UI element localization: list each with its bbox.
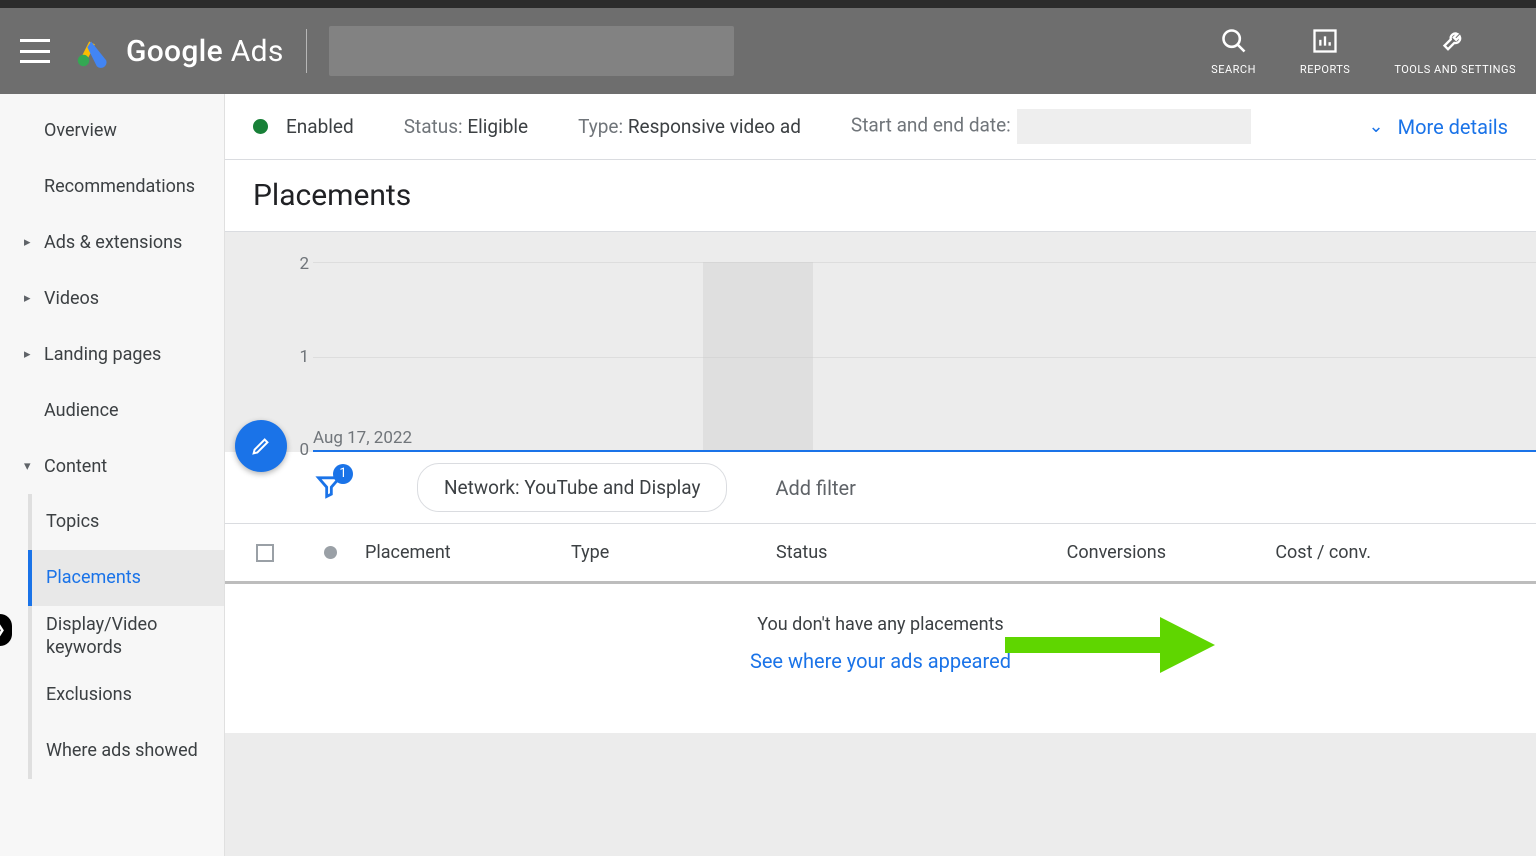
type-key: Type: (578, 115, 623, 138)
sidebar-item-recommendations[interactable]: Recommendations (0, 158, 224, 214)
search-tool[interactable]: SEARCH (1211, 27, 1256, 76)
status-dot-header (305, 546, 355, 559)
pencil-icon (250, 435, 272, 457)
sidebar-expand-handle[interactable]: ❯ (0, 614, 12, 646)
reports-icon (1311, 27, 1339, 55)
tools-settings-tool[interactable]: TOOLS AND SETTINGS (1394, 27, 1516, 76)
google-ads-logo (74, 32, 112, 70)
select-all-checkbox[interactable] (225, 544, 305, 562)
empty-message: You don't have any placements (225, 614, 1536, 635)
chevron-down-icon: ⌄ (1369, 116, 1384, 137)
enabled-dot-icon (253, 119, 268, 134)
search-icon (1220, 27, 1248, 55)
sidebar-sub-topics[interactable]: Topics (32, 494, 224, 550)
filter-chip-network[interactable]: Network: YouTube and Display (417, 463, 727, 512)
brand-google: Google (126, 34, 223, 69)
brand-text: Google Ads (126, 34, 284, 69)
type-kv: Type: Responsive video ad (578, 115, 801, 138)
date-kv: Start and end date: (851, 109, 1251, 144)
gridline (313, 262, 1536, 263)
ytick-2: 2 (299, 254, 309, 274)
sidebar-item-ads-extensions[interactable]: Ads & extensions (0, 214, 224, 270)
chart-hover-band (703, 262, 813, 450)
hamburger-icon[interactable] (20, 39, 50, 63)
page-title: Placements (253, 178, 411, 213)
brand-ads: Ads (231, 34, 284, 69)
col-placement[interactable]: Placement (355, 542, 561, 563)
enabled-label: Enabled (286, 115, 354, 138)
add-filter-button[interactable]: Add filter (775, 476, 855, 500)
table-header: Placement Type Status Conversions Cost /… (225, 524, 1536, 584)
empty-state: You don't have any placements See where … (225, 584, 1536, 733)
col-type[interactable]: Type (561, 542, 766, 563)
col-conversions[interactable]: Conversions (971, 542, 1176, 563)
reports-label: REPORTS (1300, 63, 1350, 76)
top-strip (0, 0, 1536, 8)
gridline (313, 357, 1536, 358)
col-cost-per-conv[interactable]: Cost / conv. (1176, 542, 1381, 563)
sidebar-sub-exclusions[interactable]: Exclusions (32, 667, 224, 723)
sidebar-item-content[interactable]: Content (0, 438, 224, 494)
date-key: Start and end date: (851, 114, 1011, 137)
sidebar-item-videos[interactable]: Videos (0, 270, 224, 326)
divider (306, 29, 307, 73)
add-placement-fab[interactable] (235, 420, 287, 472)
type-value: Responsive video ad (628, 115, 801, 138)
col-status[interactable]: Status (766, 542, 971, 563)
search-label: SEARCH (1211, 63, 1256, 76)
chart-area: 2 1 0 Aug 17, 2022 (225, 232, 1536, 452)
see-where-ads-appeared-link[interactable]: See where your ads appeared (750, 649, 1011, 673)
layout: ❯ Overview Recommendations Ads & extensi… (0, 94, 1536, 856)
ytick-0: 0 (299, 440, 309, 460)
status-kv: Status: Eligible (404, 115, 528, 138)
more-details-label: More details (1398, 115, 1508, 139)
dot-icon (324, 546, 337, 559)
ytick-1: 1 (299, 347, 309, 367)
filter-funnel-button[interactable]: 1 (315, 472, 343, 504)
main-pane: Enabled Status: Eligible Type: Responsiv… (225, 94, 1536, 856)
reports-tool[interactable]: REPORTS (1300, 27, 1350, 76)
sidebar: ❯ Overview Recommendations Ads & extensi… (0, 94, 225, 856)
wrench-icon (1441, 27, 1469, 55)
sidebar-item-landing-pages[interactable]: Landing pages (0, 326, 224, 382)
more-details-link[interactable]: ⌄ More details (1369, 115, 1508, 139)
filter-bar: 1 Network: YouTube and Display Add filte… (225, 452, 1536, 524)
status-row: Enabled Status: Eligible Type: Responsiv… (225, 94, 1536, 160)
page-title-bar: Placements (225, 160, 1536, 232)
chart-plot[interactable] (313, 262, 1536, 452)
sidebar-sub-display-video-keywords[interactable]: Display/Video keywords (32, 606, 224, 667)
x-axis-label: Aug 17, 2022 (313, 428, 412, 448)
header-tools: SEARCH REPORTS TOOLS AND SETTINGS (1211, 27, 1516, 76)
annotation-arrow (1005, 624, 1225, 664)
sidebar-sub-placements[interactable]: Placements (32, 550, 224, 606)
tools-label: TOOLS AND SETTINGS (1394, 63, 1516, 76)
date-value-redacted (1017, 109, 1251, 144)
sidebar-item-overview[interactable]: Overview (0, 102, 224, 158)
sidebar-sub-where-ads-showed[interactable]: Where ads showed (32, 723, 224, 779)
header-bar: Google Ads SEARCH REPORTS TOOLS AND SETT… (0, 8, 1536, 94)
status-value: Eligible (467, 115, 528, 138)
sidebar-content-group: Topics Placements Display/Video keywords… (28, 494, 224, 779)
filter-count-badge: 1 (333, 464, 353, 484)
account-selector[interactable] (329, 26, 734, 76)
status-key: Status: (404, 115, 463, 138)
sidebar-item-audience[interactable]: Audience (0, 382, 224, 438)
